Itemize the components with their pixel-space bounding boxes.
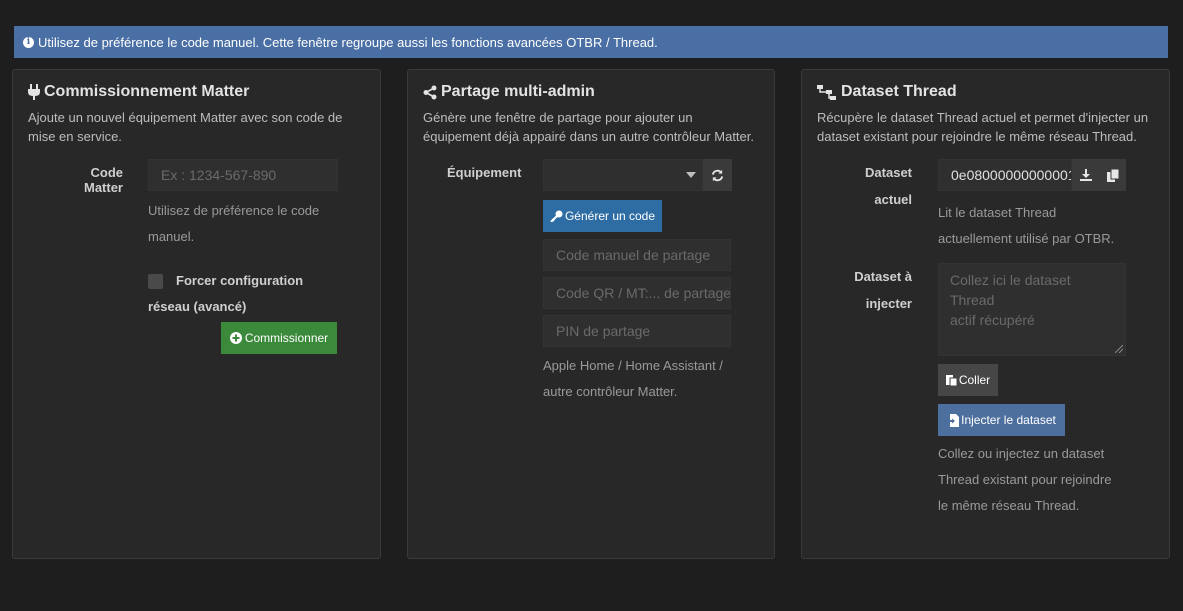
desc-line: équipement déjà appairé dans un autre co…: [423, 129, 754, 144]
label-line: actuel: [874, 192, 912, 207]
generate-code-label: Générer un code: [564, 209, 656, 223]
commissioning-title: Commissionnement Matter: [28, 83, 249, 101]
resize-grip-icon[interactable]: [1115, 345, 1123, 353]
share-icon: [423, 85, 437, 99]
help-line: Collez ou injectez un dataset: [938, 446, 1105, 461]
download-icon[interactable]: [1079, 169, 1092, 181]
help-line: actuellement utilisé par OTBR.: [938, 231, 1115, 246]
manual-share-code-input[interactable]: Code manuel de partage: [543, 239, 731, 271]
code-matter-label: Code Matter: [83, 165, 123, 195]
caret-down-icon: [686, 172, 696, 178]
share-title-text: Partage multi-admin: [441, 83, 595, 100]
alert-text: Utilisez de préférence le code manuel. C…: [38, 34, 658, 50]
share-pin-input[interactable]: PIN de partage: [543, 315, 731, 347]
current-dataset-input[interactable]: 0e080000000000010000: [938, 159, 1072, 191]
plus-circle-icon: [229, 332, 242, 344]
help-line: Lit le dataset Thread: [938, 205, 1057, 220]
current-dataset-label: Dataset actuel: [842, 159, 912, 213]
inject-dataset-label: Dataset à injecter: [842, 263, 912, 317]
force-network-label[interactable]: Forcer configuration réseau (avancé): [148, 268, 303, 320]
help-line: autre contrôleur Matter.: [543, 384, 678, 399]
file-import-icon: [947, 413, 960, 427]
share-desc: Génère une fenêtre de partage pour ajout…: [423, 108, 754, 146]
refresh-button[interactable]: [703, 159, 732, 191]
sitemap-icon: [817, 84, 836, 100]
equipment-select[interactable]: [543, 159, 703, 191]
dataset-title: Dataset Thread: [817, 83, 957, 101]
dataset-desc: Récupère le dataset Thread actuel et per…: [817, 108, 1148, 146]
desc-line: Récupère le dataset Thread actuel et per…: [817, 110, 1149, 125]
label-line: Dataset à: [854, 269, 912, 284]
refresh-icon: [711, 169, 724, 181]
key-icon: [550, 210, 563, 222]
desc-line: mise en service.: [28, 129, 122, 144]
desc-line: Génère une fenêtre de partage pour ajout…: [423, 110, 693, 125]
placeholder-line: Collez ici le dataset Thread: [950, 272, 1071, 308]
commissioning-panel: Commissionnement Matter Ajoute un nouvel…: [12, 69, 381, 559]
dataset-title-text: Dataset Thread: [841, 83, 957, 100]
desc-line: Ajoute un nouvel équipement Matter avec …: [28, 110, 343, 125]
commissioning-title-text: Commissionnement Matter: [44, 83, 250, 100]
paste-icon: [945, 375, 957, 386]
current-dataset-actions: [1072, 159, 1126, 191]
qr-share-code-placeholder: Code QR / MT:... de partage: [556, 285, 731, 301]
placeholder-line: actif récupéré: [950, 312, 1035, 328]
current-dataset-value: 0e080000000000010000: [951, 167, 1071, 183]
code-matter-placeholder: Ex : 1234-567-890: [161, 167, 277, 183]
paste-button-label: Coller: [958, 373, 991, 387]
plug-icon: [28, 84, 40, 100]
paste-button[interactable]: Coller: [938, 364, 998, 396]
label-line: Forcer configuration: [176, 273, 304, 288]
inject-dataset-label: Injecter le dataset: [961, 413, 1056, 427]
help-line: Apple Home / Home Assistant /: [543, 358, 723, 373]
share-pin-placeholder: PIN de partage: [556, 323, 651, 339]
share-panel: Partage multi-admin Génère une fenêtre d…: [407, 69, 775, 559]
share-title: Partage multi-admin: [423, 83, 595, 101]
help-line: le même réseau Thread.: [938, 498, 1080, 513]
code-matter-input[interactable]: Ex : 1234-567-890: [148, 159, 338, 191]
help-line: manuel.: [148, 229, 195, 244]
label-line: Dataset: [865, 165, 912, 180]
help-line: Utilisez de préférence le code: [148, 203, 320, 218]
manual-share-code-placeholder: Code manuel de partage: [556, 247, 711, 263]
copy-icon[interactable]: [1106, 168, 1119, 182]
help-line: Thread existant pour rejoindre: [938, 472, 1112, 487]
generate-code-button[interactable]: Générer un code: [543, 200, 662, 232]
equipment-label: Équipement: [447, 165, 522, 180]
desc-line: dataset existant pour rejoindre le même …: [817, 129, 1137, 144]
inject-dataset-textarea[interactable]: Collez ici le dataset Thread actif récup…: [938, 263, 1126, 356]
qr-share-code-input[interactable]: Code QR / MT:... de partage: [543, 277, 731, 309]
info-icon: i: [23, 36, 34, 48]
code-help: Utilisez de préférence le code manuel.: [148, 198, 319, 250]
label-line: injecter: [865, 296, 912, 311]
share-help: Apple Home / Home Assistant / autre cont…: [543, 353, 723, 405]
inject-dataset-button[interactable]: Injecter le dataset: [938, 404, 1065, 436]
inject-help: Collez ou injectez un dataset Thread exi…: [938, 441, 1111, 519]
info-alert: i Utilisez de préférence le code manuel.…: [14, 26, 1168, 58]
dataset-panel: Dataset Thread Récupère le dataset Threa…: [801, 69, 1170, 559]
label-line: réseau (avancé): [148, 299, 247, 314]
commission-button-label: Commissionner: [244, 331, 329, 345]
commission-button[interactable]: Commissionner: [221, 322, 337, 354]
commissioning-desc: Ajoute un nouvel équipement Matter avec …: [28, 108, 342, 146]
current-dataset-help: Lit le dataset Thread actuellement utili…: [938, 200, 1114, 252]
